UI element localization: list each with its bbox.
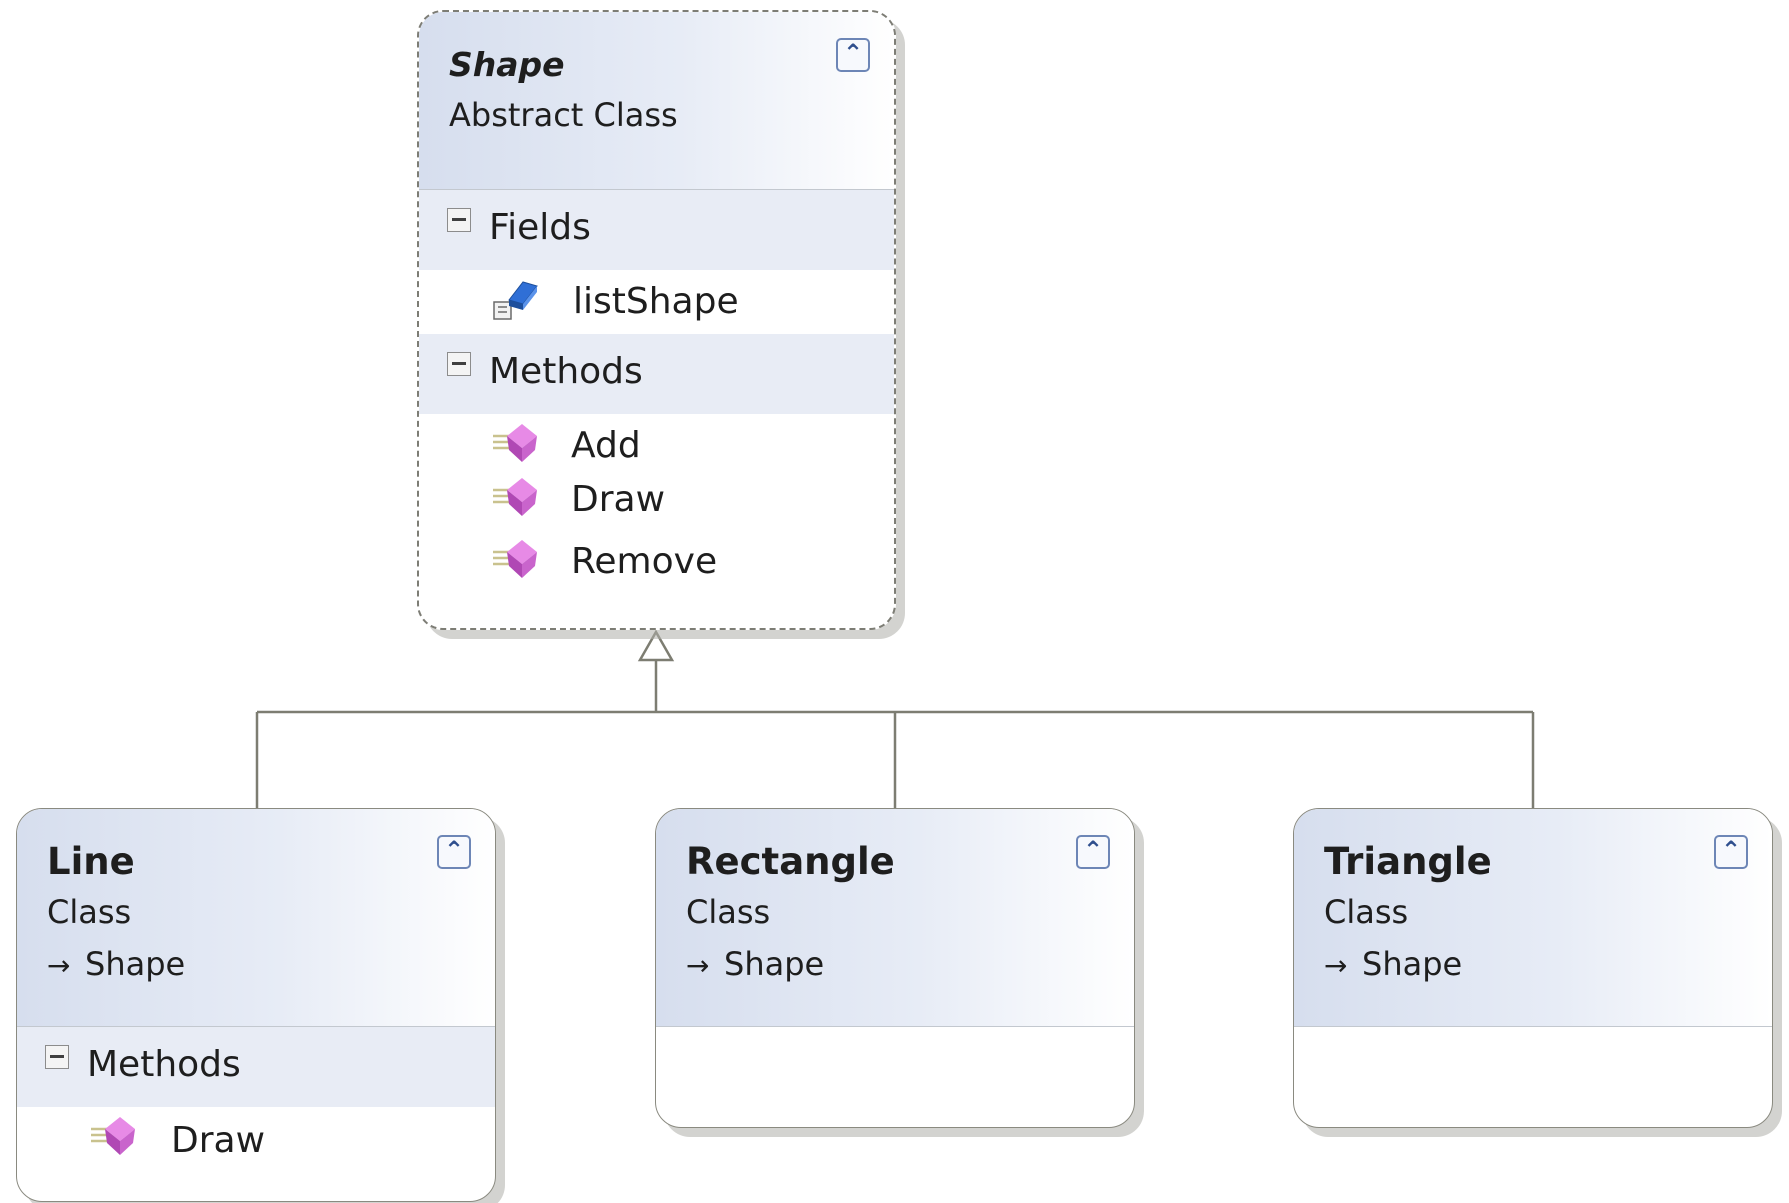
method-icon bbox=[91, 1117, 135, 1155]
method-icon bbox=[493, 478, 537, 516]
section-label: Methods bbox=[87, 1044, 241, 1085]
method-icon bbox=[493, 540, 537, 578]
class-name: Rectangle bbox=[686, 840, 895, 883]
class-line[interactable]: Line Class → Shape ⌃ Methods Draw bbox=[16, 808, 496, 1202]
class-rectangle[interactable]: Rectangle Class → Shape ⌃ bbox=[655, 808, 1135, 1128]
inheritance-arrow-icon: → bbox=[686, 949, 710, 982]
class-name: Triangle bbox=[1324, 840, 1492, 883]
class-name: Shape bbox=[449, 45, 565, 84]
class-header: Shape Abstract Class ⌃ bbox=[419, 12, 894, 190]
methods-section-header[interactable]: Methods bbox=[419, 334, 894, 414]
collapse-icon[interactable]: ⌃ bbox=[1076, 835, 1110, 869]
class-kind: Class bbox=[686, 893, 771, 931]
method-name: Add bbox=[571, 425, 641, 466]
minus-box-icon[interactable] bbox=[447, 352, 471, 376]
method-name: Draw bbox=[571, 479, 666, 520]
collapse-icon[interactable]: ⌃ bbox=[437, 835, 471, 869]
base-class: → Shape bbox=[686, 944, 1104, 986]
class-triangle[interactable]: Triangle Class → Shape ⌃ bbox=[1293, 808, 1773, 1128]
class-kind: Abstract Class bbox=[449, 96, 678, 134]
field-name: listShape bbox=[573, 281, 739, 322]
method-item[interactable]: Draw bbox=[419, 476, 894, 538]
base-class-name: Shape bbox=[724, 945, 825, 983]
fields-section-header[interactable]: Fields bbox=[419, 190, 894, 270]
class-shape[interactable]: Shape Abstract Class ⌃ Fields listShape … bbox=[417, 10, 896, 630]
methods-section-header[interactable]: Methods bbox=[17, 1027, 495, 1107]
base-class: → Shape bbox=[47, 944, 465, 986]
inheritance-arrow-icon: → bbox=[1324, 949, 1348, 982]
section-label: Fields bbox=[489, 207, 591, 248]
inheritance-arrow-icon: → bbox=[47, 949, 71, 982]
inheritance-arrowhead bbox=[637, 629, 675, 662]
method-name: Draw bbox=[171, 1120, 266, 1161]
collapse-icon[interactable]: ⌃ bbox=[1714, 835, 1748, 869]
class-header: Rectangle Class → Shape ⌃ bbox=[656, 809, 1134, 1027]
minus-box-icon[interactable] bbox=[45, 1045, 69, 1069]
method-name: Remove bbox=[571, 541, 718, 582]
field-icon bbox=[493, 281, 538, 320]
method-icon bbox=[493, 424, 537, 462]
base-class-name: Shape bbox=[85, 945, 186, 983]
class-kind: Class bbox=[47, 893, 132, 931]
minus-box-icon[interactable] bbox=[447, 208, 471, 232]
section-label: Methods bbox=[489, 351, 643, 392]
method-item[interactable]: Draw bbox=[17, 1107, 495, 1177]
class-header: Line Class → Shape ⌃ bbox=[17, 809, 495, 1027]
base-class-name: Shape bbox=[1362, 945, 1463, 983]
field-item[interactable]: listShape bbox=[419, 270, 894, 334]
class-name: Line bbox=[47, 840, 135, 883]
class-kind: Class bbox=[1324, 893, 1409, 931]
collapse-icon[interactable]: ⌃ bbox=[836, 38, 870, 72]
method-item[interactable]: Remove bbox=[419, 538, 894, 600]
base-class: → Shape bbox=[1324, 944, 1742, 986]
method-item[interactable]: Add bbox=[419, 414, 894, 476]
class-header: Triangle Class → Shape ⌃ bbox=[1294, 809, 1772, 1027]
